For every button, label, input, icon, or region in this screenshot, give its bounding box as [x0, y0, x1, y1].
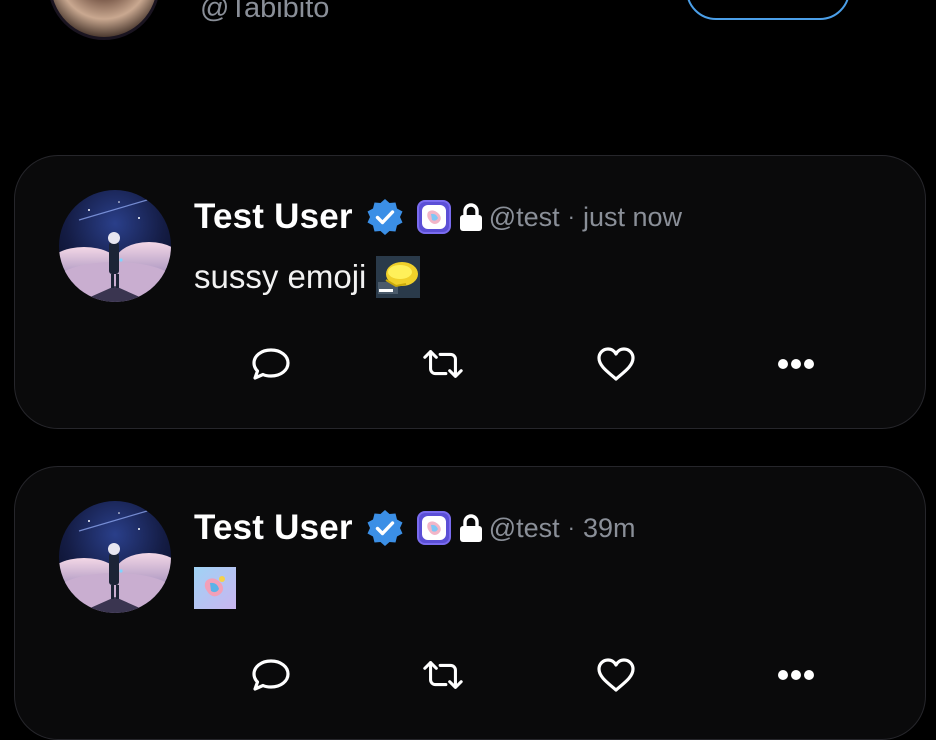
more-options-button[interactable]	[774, 655, 818, 695]
reply-icon	[252, 659, 290, 691]
author-avatar[interactable]	[59, 501, 171, 613]
author-avatar[interactable]	[59, 190, 171, 302]
profile-handle: @Tabibito	[200, 0, 330, 24]
like-icon	[597, 347, 635, 381]
post-body: sussy emoji	[194, 256, 421, 298]
profile-avatar[interactable]	[48, 0, 160, 40]
post-timestamp[interactable]: 39m	[583, 513, 636, 544]
custom-emoji-app-icon	[194, 567, 236, 609]
reply-button[interactable]	[249, 344, 293, 384]
separator-dot: ·	[567, 204, 575, 229]
app-badge-icon	[416, 511, 451, 545]
post-actions	[15, 655, 925, 695]
repost-button[interactable]	[421, 344, 465, 384]
repost-icon	[423, 350, 463, 378]
post-body	[194, 567, 236, 609]
author-name[interactable]: Test User	[194, 508, 353, 548]
post-timestamp[interactable]: just now	[583, 202, 682, 233]
reply-icon	[252, 348, 290, 380]
like-icon	[597, 658, 635, 692]
more-options-button[interactable]	[774, 344, 818, 384]
custom-emoji-sussy-icon	[376, 256, 421, 298]
lock-icon	[459, 514, 482, 542]
verified-badge-icon	[367, 199, 403, 235]
like-button[interactable]	[594, 344, 638, 384]
post-text: sussy emoji	[194, 258, 367, 295]
like-button[interactable]	[594, 655, 638, 695]
post-actions	[15, 344, 925, 384]
separator-dot: ·	[567, 515, 575, 540]
more-icon	[778, 359, 814, 369]
profile-action-button[interactable]	[686, 0, 850, 20]
post-card[interactable]: Test User @test · 39m	[14, 466, 926, 740]
app-badge-icon	[416, 200, 451, 234]
lock-icon	[459, 203, 482, 231]
more-icon	[778, 670, 814, 680]
repost-icon	[423, 661, 463, 689]
repost-button[interactable]	[421, 655, 465, 695]
author-handle[interactable]: @test	[489, 513, 560, 544]
author-handle[interactable]: @test	[489, 202, 560, 233]
author-name[interactable]: Test User	[194, 197, 353, 237]
reply-button[interactable]	[249, 655, 293, 695]
post-card[interactable]: Test User @test · just now sussy emoji	[14, 155, 926, 429]
verified-badge-icon	[367, 510, 403, 546]
